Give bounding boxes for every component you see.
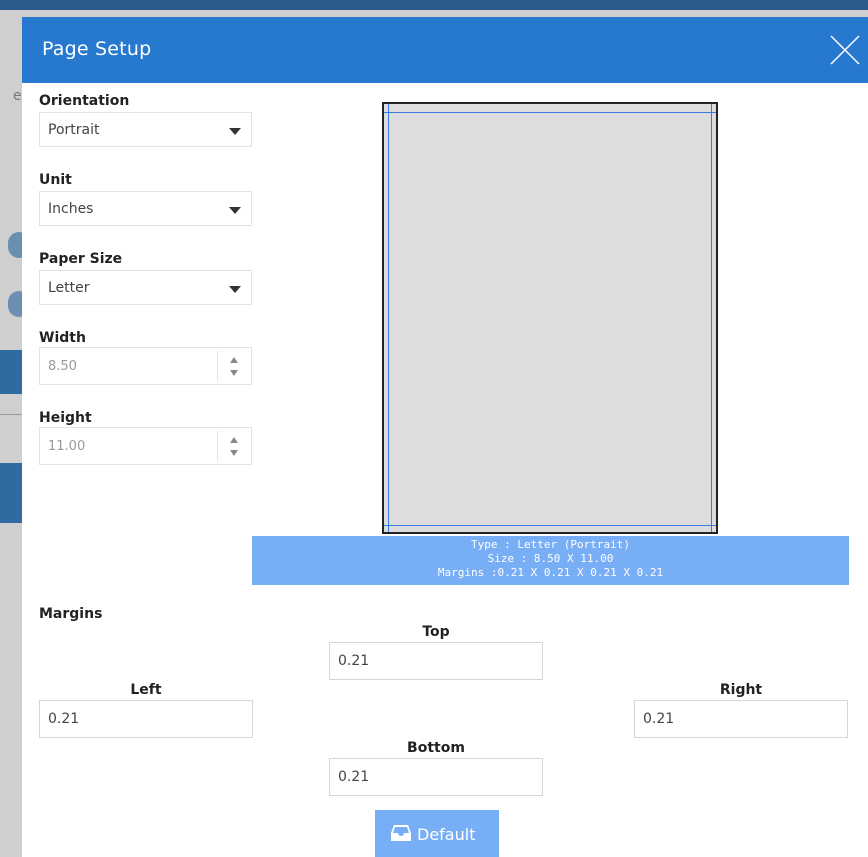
margin-right-input[interactable]: 0.21 [634, 700, 848, 738]
margin-bottom-label: Bottom [407, 740, 465, 756]
preview-info-banner: Type : Letter (Portrait) Size : 8.50 X 1… [252, 536, 849, 585]
spinner-divider [217, 351, 218, 381]
dialog-header: Page Setup [22, 17, 868, 83]
orientation-value: Portrait [48, 122, 100, 138]
paper-size-label: Paper Size [39, 251, 123, 267]
close-button[interactable] [826, 31, 864, 69]
unit-value: Inches [48, 201, 94, 217]
width-label: Width [39, 330, 86, 346]
default-button-label: Default [417, 825, 476, 844]
page-setup-dialog: Page Setup Orientation Portrait Unit Inc… [22, 17, 868, 857]
margin-top-input[interactable]: 0.21 [329, 642, 543, 680]
height-label: Height [39, 410, 92, 426]
height-value: 11.00 [48, 439, 86, 454]
caret-up-icon[interactable] [230, 437, 238, 443]
margin-guide-left [388, 104, 389, 532]
inbox-icon [391, 825, 411, 841]
margin-bottom-value: 0.21 [338, 769, 370, 785]
margin-guide-right [711, 104, 712, 532]
chevron-down-icon [229, 286, 241, 293]
spinner-divider [217, 431, 218, 461]
background-text-fragment: e [13, 88, 22, 104]
page-preview [382, 102, 718, 534]
unit-select[interactable]: Inches [39, 191, 252, 226]
paper-size-value: Letter [48, 280, 90, 296]
paper-size-select[interactable]: Letter [39, 270, 252, 305]
chevron-down-icon [229, 207, 241, 214]
margin-top-value: 0.21 [338, 653, 370, 669]
preview-size-text: Size : 8.50 X 11.00 [487, 552, 614, 565]
margin-right-value: 0.21 [643, 711, 675, 727]
margin-guide-bottom [384, 525, 716, 526]
background-divider [0, 414, 22, 415]
margin-left-input[interactable]: 0.21 [39, 700, 253, 738]
background-panel [0, 463, 22, 523]
margin-guide-top [384, 112, 716, 113]
orientation-select[interactable]: Portrait [39, 112, 252, 147]
dialog-title: Page Setup [42, 38, 152, 60]
margin-left-value: 0.21 [48, 711, 80, 727]
background-topbar [0, 0, 868, 10]
caret-up-icon[interactable] [230, 357, 238, 363]
margin-top-label: Top [422, 624, 450, 640]
height-input[interactable]: 11.00 [39, 427, 252, 465]
caret-down-icon[interactable] [230, 370, 238, 376]
preview-type-text: Type : Letter (Portrait) [471, 538, 630, 551]
margin-bottom-input[interactable]: 0.21 [329, 758, 543, 796]
default-button[interactable]: Default [375, 810, 499, 857]
preview-margins-text: Margins :0.21 X 0.21 X 0.21 X 0.21 [437, 566, 664, 579]
caret-down-icon[interactable] [230, 450, 238, 456]
margins-heading: Margins [39, 606, 103, 622]
margin-right-label: Right [719, 682, 763, 698]
width-value: 8.50 [48, 359, 77, 374]
background-panel [0, 350, 22, 394]
width-input[interactable]: 8.50 [39, 347, 252, 385]
unit-label: Unit [39, 172, 72, 188]
orientation-label: Orientation [39, 93, 130, 109]
chevron-down-icon [229, 128, 241, 135]
close-icon [830, 35, 860, 65]
margin-left-label: Left [130, 682, 162, 698]
